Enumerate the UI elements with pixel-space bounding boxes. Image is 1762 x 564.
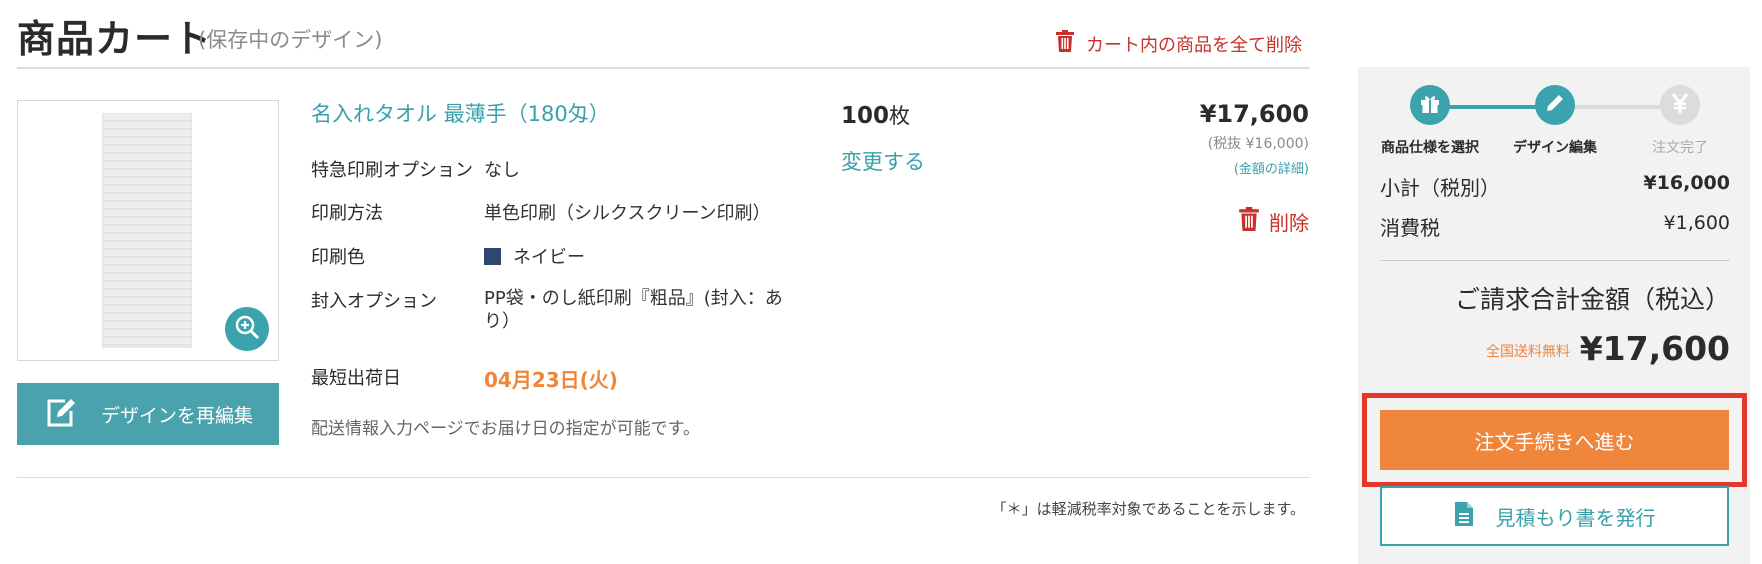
page-title: 商品カート bbox=[17, 17, 213, 61]
yen-icon bbox=[1670, 92, 1690, 118]
spec-value: 単色印刷（シルクスクリーン印刷） bbox=[484, 203, 771, 224]
zoom-button[interactable] bbox=[225, 307, 269, 351]
spec-label: 印刷方法 bbox=[311, 203, 383, 224]
document-icon bbox=[1454, 501, 1474, 532]
item-price: ¥17,600 bbox=[1199, 100, 1309, 128]
step-order-complete bbox=[1660, 85, 1700, 125]
subtotal-label: 小計（税別） bbox=[1380, 176, 1500, 200]
delete-item-button[interactable]: 削除 bbox=[1239, 207, 1309, 236]
step-label: デザイン編集 bbox=[1513, 140, 1597, 156]
edit-icon bbox=[45, 397, 77, 432]
price-detail-link[interactable]: (金額の詳細) bbox=[1234, 158, 1309, 177]
spec-value: なし bbox=[484, 160, 520, 181]
towel-image bbox=[102, 113, 192, 348]
tax-label: 消費税 bbox=[1380, 216, 1440, 240]
pencil-icon bbox=[1544, 92, 1566, 118]
step-select-spec bbox=[1410, 85, 1450, 125]
issue-quote-button[interactable]: 見積もり書を発行 bbox=[1380, 486, 1729, 546]
color-swatch bbox=[484, 248, 501, 265]
spec-label: 最短出荷日 bbox=[311, 368, 401, 389]
spec-label: 封入オプション bbox=[311, 291, 437, 312]
total-value: ¥17,600 bbox=[1579, 329, 1730, 368]
header-divider bbox=[17, 67, 1310, 69]
spec-label: 印刷色 bbox=[311, 247, 365, 268]
tax-row: 消費税 ¥1,600 bbox=[1380, 212, 1730, 241]
change-quantity-link[interactable]: 変更する bbox=[841, 146, 925, 176]
reedit-design-button[interactable]: デザインを再編集 bbox=[17, 383, 279, 445]
page-subtitle: (保存中のデザイン) bbox=[198, 28, 383, 52]
zoom-in-icon bbox=[234, 314, 260, 344]
delete-item-label: 削除 bbox=[1269, 211, 1309, 235]
product-image bbox=[17, 100, 279, 361]
item-price-pretax: (税抜 ¥16,000) bbox=[1207, 136, 1309, 152]
gift-icon bbox=[1419, 92, 1441, 118]
trash-icon bbox=[1056, 30, 1074, 57]
step-label: 商品仕様を選択 bbox=[1381, 140, 1479, 156]
product-name-link[interactable]: 名入れタオル 最薄手（180匁） bbox=[311, 98, 610, 128]
trash-icon bbox=[1239, 207, 1259, 236]
tax-note: 「＊」は軽減税率対象であることを示します。 bbox=[991, 500, 1305, 518]
color-name: ネイビー bbox=[513, 247, 585, 268]
total-label: ご請求合計金額（税込） bbox=[1454, 285, 1730, 314]
subtotal-value: ¥16,000 bbox=[1643, 172, 1730, 194]
step-label: 注文完了 bbox=[1652, 140, 1708, 156]
free-shipping-note: 全国送料無料 bbox=[1486, 344, 1570, 360]
spec-value-color: ネイビー bbox=[484, 243, 585, 269]
step-design-edit bbox=[1535, 85, 1575, 125]
clear-cart-button[interactable]: カート内の商品を全て削除 bbox=[1056, 30, 1302, 57]
item-divider bbox=[17, 477, 1310, 478]
delivery-note: 配送情報入力ページでお届け日の指定が可能です。 bbox=[311, 419, 700, 439]
subtotal-row: 小計（税別） ¥16,000 bbox=[1380, 172, 1730, 201]
spec-label: 特急印刷オプション bbox=[311, 160, 473, 181]
issue-quote-label: 見積もり書を発行 bbox=[1495, 505, 1656, 530]
ship-date: 04月23日(火) bbox=[484, 368, 618, 392]
tax-value: ¥1,600 bbox=[1663, 212, 1730, 234]
clear-cart-label: カート内の商品を全て削除 bbox=[1086, 34, 1302, 56]
quantity: 100枚 bbox=[841, 100, 910, 130]
progress-steps: 商品仕様を選択 デザイン編集 注文完了 bbox=[1358, 85, 1750, 165]
reedit-design-label: デザインを再編集 bbox=[101, 404, 254, 427]
quantity-unit: 枚 bbox=[889, 104, 911, 128]
quantity-value: 100 bbox=[841, 103, 890, 129]
checkout-button[interactable]: 注文手続きへ進む bbox=[1380, 410, 1729, 470]
summary-divider bbox=[1380, 260, 1730, 261]
spec-value: PP袋・のし紙印刷『粗品』(封入：あり） bbox=[484, 288, 783, 332]
